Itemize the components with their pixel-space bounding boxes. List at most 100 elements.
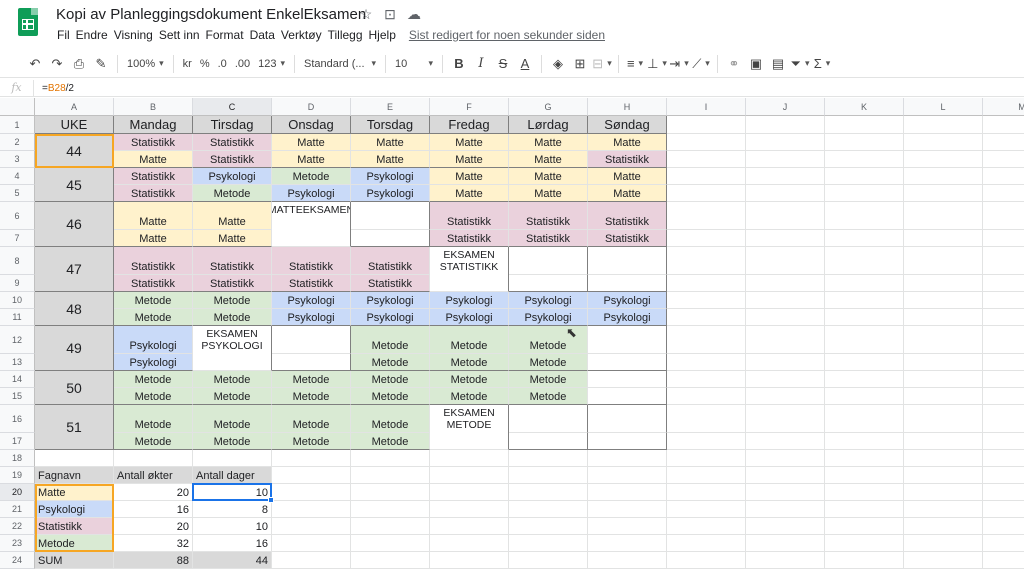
cell[interactable] [983, 450, 1024, 467]
horizontal-align-icon[interactable]: ≡ [624, 53, 646, 75]
row-header[interactable]: 22 [0, 518, 35, 535]
column-header[interactable]: A [35, 98, 114, 116]
row-header[interactable]: 10 [0, 292, 35, 309]
document-title[interactable]: Kopi av Planleggingsdokument EnkelEksame… [56, 6, 366, 23]
fill-color-icon[interactable]: ◈ [547, 53, 569, 75]
cell[interactable] [983, 292, 1024, 309]
schedule-cell[interactable]: Metode [351, 388, 430, 405]
vertical-align-icon[interactable]: ⊥ [646, 53, 668, 75]
cell[interactable] [667, 535, 746, 552]
session-count-cell[interactable]: 20 [114, 484, 193, 501]
cell[interactable] [983, 405, 1024, 433]
week-number-cell[interactable]: 45 [35, 168, 114, 202]
week-number-cell[interactable]: 46 [35, 202, 114, 247]
cell[interactable] [904, 450, 983, 467]
star-icon[interactable]: ☆ [358, 6, 374, 23]
schedule-cell[interactable] [509, 247, 588, 275]
schedule-cell[interactable]: Psykologi [588, 292, 667, 309]
cell[interactable] [430, 450, 509, 467]
cell[interactable] [667, 275, 746, 292]
cell[interactable] [904, 354, 983, 371]
bold-icon[interactable]: B [448, 53, 470, 75]
day-count-cell[interactable]: 10 [193, 484, 272, 501]
cell[interactable] [904, 433, 983, 450]
schedule-cell[interactable]: Matte [509, 185, 588, 202]
cell[interactable] [509, 552, 588, 569]
schedule-cell[interactable]: Statistikk [114, 134, 193, 151]
schedule-cell[interactable]: Statistikk [272, 247, 351, 275]
cell[interactable] [588, 535, 667, 552]
more-formats-select[interactable]: 123 [254, 53, 289, 75]
schedule-cell[interactable]: Statistikk [114, 275, 193, 292]
functions-icon[interactable]: Σ [811, 53, 833, 75]
day-header[interactable]: Søndag [588, 116, 667, 134]
cell[interactable] [588, 518, 667, 535]
cell[interactable] [825, 467, 904, 484]
cell[interactable] [430, 552, 509, 569]
zoom-select[interactable]: 100% [123, 53, 168, 75]
filter-icon[interactable]: ⏷ [789, 53, 811, 75]
cell[interactable] [667, 309, 746, 326]
column-header[interactable]: M [983, 98, 1024, 116]
row-header[interactable]: 16 [0, 405, 35, 433]
column-header[interactable]: K [825, 98, 904, 116]
schedule-cell[interactable]: Matte [351, 134, 430, 151]
schedule-cell[interactable]: Metode [430, 371, 509, 388]
menu-visning[interactable]: Visning [111, 28, 156, 42]
cell[interactable] [904, 185, 983, 202]
schedule-cell[interactable]: Statistikk [509, 202, 588, 230]
schedule-cell[interactable] [509, 433, 588, 450]
schedule-cell[interactable]: Matte [114, 202, 193, 230]
schedule-cell[interactable]: Metode [430, 326, 509, 354]
cell[interactable] [825, 484, 904, 501]
schedule-cell[interactable]: Matte [430, 151, 509, 168]
cell[interactable] [983, 371, 1024, 388]
cell[interactable] [667, 326, 746, 354]
schedule-cell[interactable]: Metode [351, 405, 430, 433]
paint-format-icon[interactable]: ✎ [90, 53, 112, 75]
day-header[interactable]: Lørdag [509, 116, 588, 134]
cell[interactable] [667, 552, 746, 569]
cell[interactable] [588, 484, 667, 501]
cell[interactable] [667, 501, 746, 518]
week-number-cell[interactable]: 51 [35, 405, 114, 450]
cell[interactable] [825, 354, 904, 371]
cell[interactable] [746, 309, 825, 326]
cell[interactable] [351, 501, 430, 518]
cell[interactable] [588, 450, 667, 467]
cell[interactable] [825, 202, 904, 230]
schedule-cell[interactable]: Matte [114, 230, 193, 247]
row-header[interactable]: 9 [0, 275, 35, 292]
cell[interactable] [904, 247, 983, 275]
week-number-cell[interactable]: 44 [35, 134, 114, 168]
cell[interactable] [825, 450, 904, 467]
cell[interactable] [983, 151, 1024, 168]
cell[interactable] [983, 247, 1024, 275]
schedule-cell[interactable]: Psykologi [272, 309, 351, 326]
exam-cell[interactable]: MATTEEKSAMEN [272, 202, 351, 247]
cell[interactable] [667, 247, 746, 275]
uke-header[interactable]: UKE [35, 116, 114, 134]
session-count-cell[interactable]: 32 [114, 535, 193, 552]
cell[interactable] [35, 450, 114, 467]
schedule-cell[interactable]: Statistikk [430, 202, 509, 230]
cell[interactable] [904, 168, 983, 185]
cell[interactable] [746, 185, 825, 202]
schedule-cell[interactable]: Psykologi [351, 168, 430, 185]
schedule-cell[interactable]: Psykologi [272, 292, 351, 309]
schedule-cell[interactable] [272, 354, 351, 371]
cell[interactable] [667, 405, 746, 433]
week-number-cell[interactable]: 48 [35, 292, 114, 326]
day-header[interactable]: Onsdag [272, 116, 351, 134]
menu-sett-inn[interactable]: Sett inn [156, 28, 203, 42]
day-count-cell[interactable]: 10 [193, 518, 272, 535]
schedule-cell[interactable]: Matte [509, 151, 588, 168]
schedule-cell[interactable]: Psykologi [351, 185, 430, 202]
cell[interactable] [983, 116, 1024, 134]
cell[interactable] [746, 552, 825, 569]
cell[interactable] [746, 247, 825, 275]
row-header[interactable]: 1 [0, 116, 35, 134]
menu-data[interactable]: Data [247, 28, 278, 42]
currency-button[interactable]: kr [179, 53, 196, 75]
cell[interactable] [746, 388, 825, 405]
